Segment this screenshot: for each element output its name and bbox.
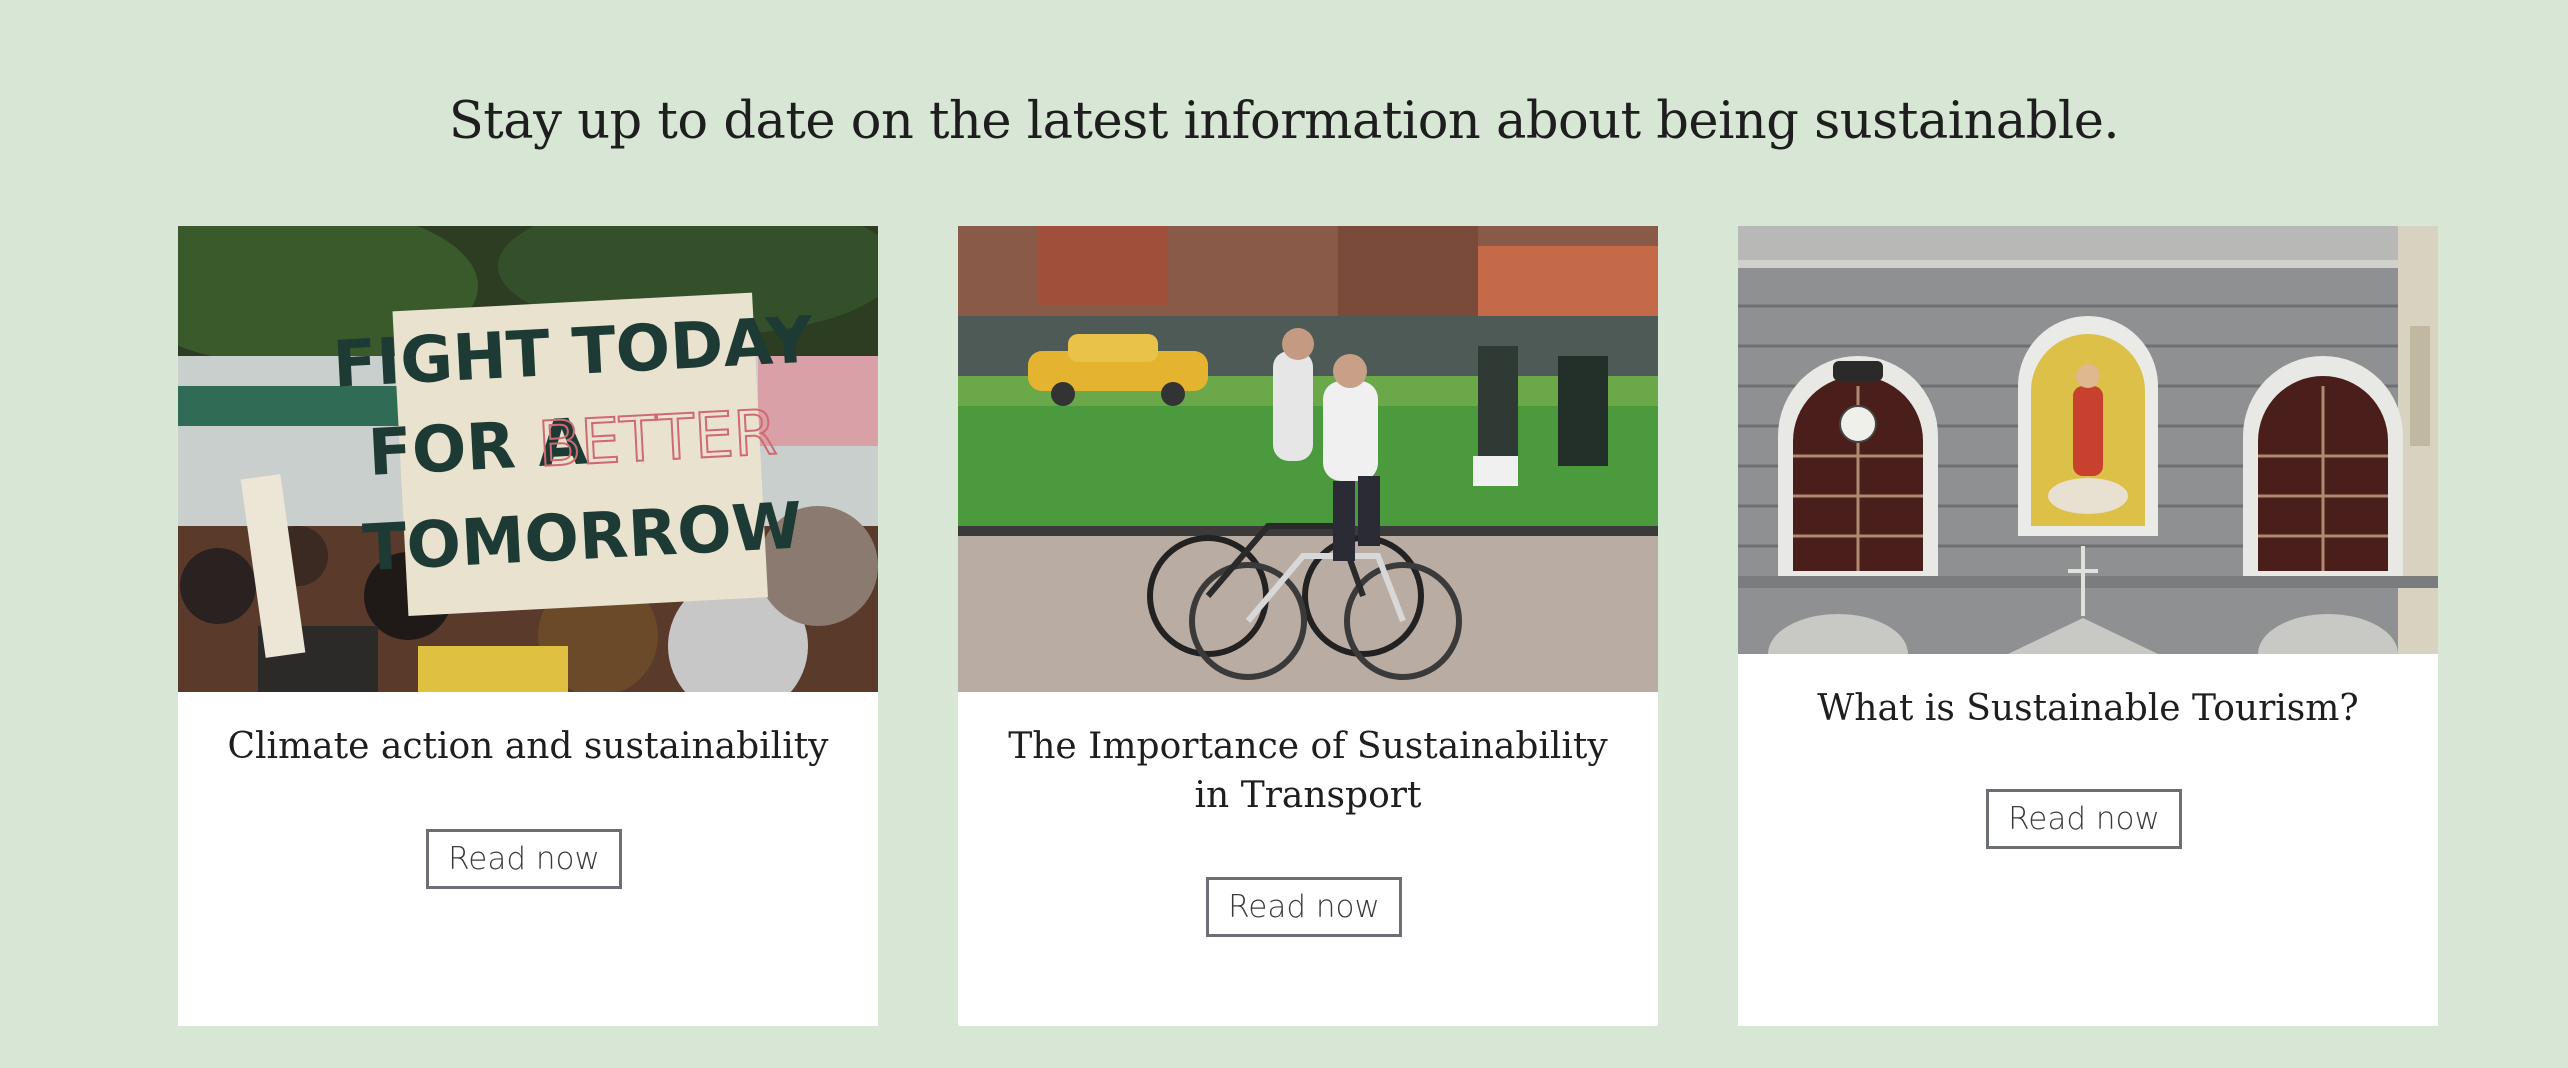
article-card-tourism: What is Sustainable Tourism? Read now xyxy=(1738,226,2438,1026)
sign-line-3: BETTER xyxy=(536,396,778,481)
article-card-transport: The Importance of Sustainability in Tran… xyxy=(958,226,1658,1026)
card-title: The Importance of Sustainability in Tran… xyxy=(1008,726,1608,816)
read-now-button[interactable]: Read now xyxy=(1206,877,1402,937)
card-image-building[interactable] xyxy=(1738,226,2438,654)
page-heading: Stay up to date on the latest informatio… xyxy=(448,92,2120,151)
card-title: Climate action and sustainability xyxy=(227,726,829,767)
card-image-cyclists[interactable] xyxy=(958,226,1658,692)
read-now-button[interactable]: Read now xyxy=(426,829,622,889)
card-title: What is Sustainable Tourism? xyxy=(1817,688,2359,729)
card-image-protest[interactable]: FIGHT TODAY FOR A BETTER TOMORROW xyxy=(178,226,878,692)
read-now-button[interactable]: Read now xyxy=(1986,789,2182,849)
article-card-climate: FIGHT TODAY FOR A BETTER TOMORROW Climat… xyxy=(178,226,878,1026)
